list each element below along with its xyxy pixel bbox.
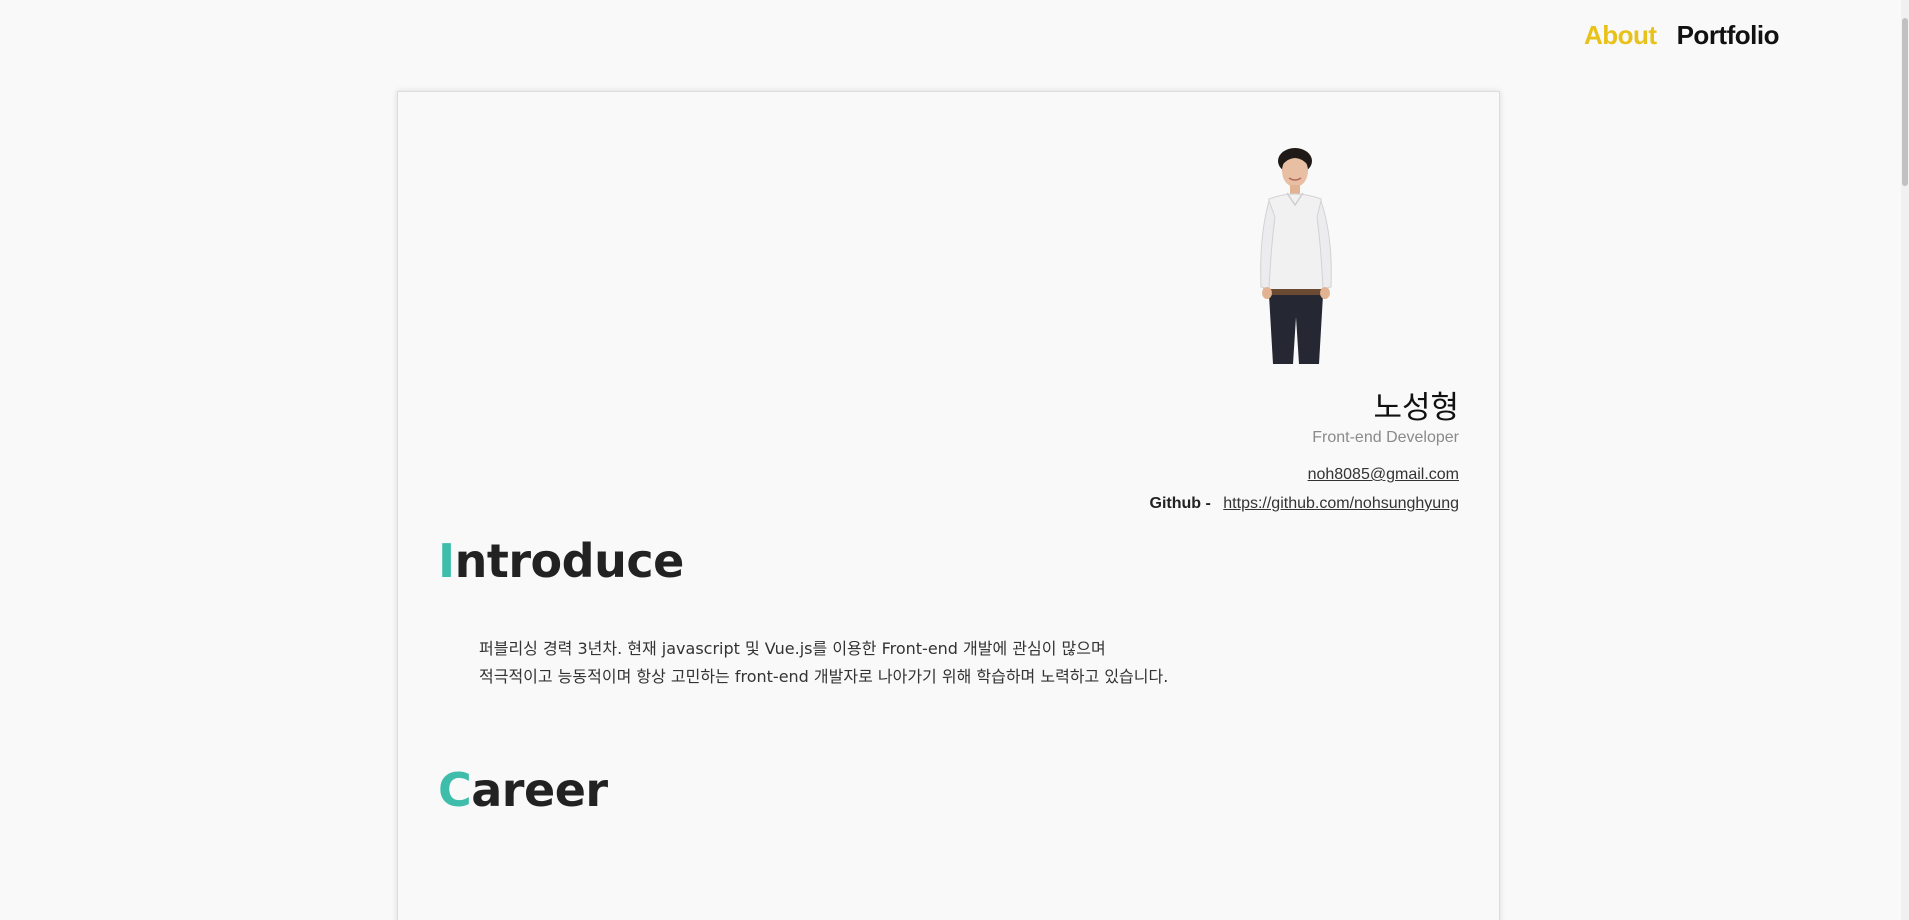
introduce-heading: Introduce — [438, 534, 684, 588]
nav-about-link[interactable]: About — [1584, 20, 1657, 51]
introduce-heading-cap: I — [438, 534, 455, 588]
profile-github-row: Github - https://github.com/nohsunghyung — [1150, 495, 1459, 513]
profile-name: 노성형 — [1373, 390, 1459, 426]
scrollbar-thumb[interactable] — [1902, 18, 1908, 186]
resume-card: 노성형 Front-end Developer noh8085@gmail.co… — [397, 91, 1500, 920]
github-label: Github - — [1149, 495, 1211, 512]
profile-header: 노성형 Front-end Developer noh8085@gmail.co… — [859, 92, 1459, 532]
career-heading: Career — [438, 763, 608, 817]
nav-portfolio-link[interactable]: Portfolio — [1677, 20, 1780, 51]
career-heading-cap: C — [438, 763, 472, 817]
introduce-heading-rest: ntroduce — [454, 534, 685, 588]
resume-page: About Portfolio 노성형 Front-end Developer … — [0, 0, 1909, 920]
github-link[interactable]: https://github.com/nohsunghyung — [1223, 495, 1459, 512]
top-nav: About Portfolio — [1584, 20, 1779, 51]
profile-role: Front-end Developer — [1312, 429, 1459, 446]
career-heading-rest: areer — [471, 763, 608, 817]
page-scrollbar[interactable] — [1901, 0, 1909, 920]
introduce-line-1: 퍼블리싱 경력 3년차. 현재 javascript 및 Vue.js를 이용한… — [479, 639, 1106, 658]
profile-photo — [1260, 148, 1332, 364]
introduce-line-2: 적극적이고 능동적이며 항상 고민하는 front-end 개발자로 나아가기 … — [479, 667, 1169, 686]
profile-email-link[interactable]: noh8085@gmail.com — [1308, 466, 1459, 484]
introduce-text: 퍼블리싱 경력 3년차. 현재 javascript 및 Vue.js를 이용한… — [479, 635, 1168, 691]
